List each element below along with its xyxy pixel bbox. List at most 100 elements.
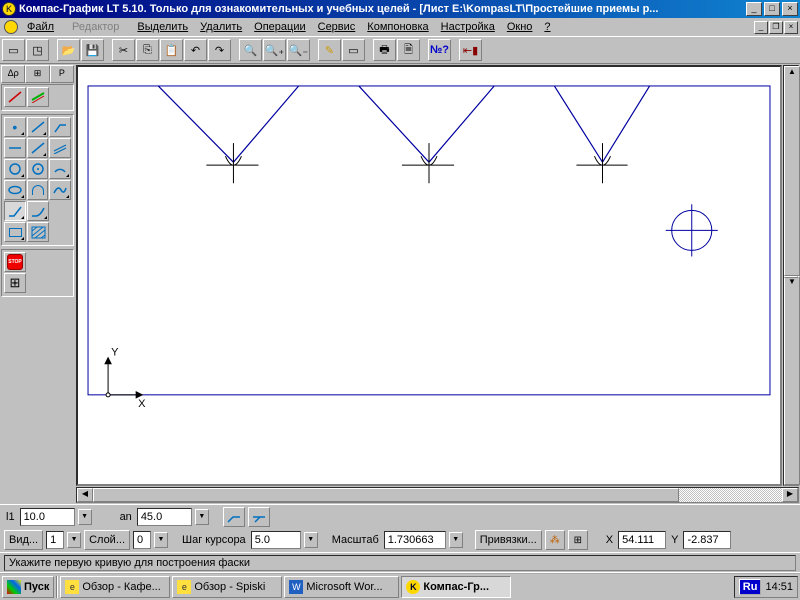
tool-fillet[interactable]	[27, 201, 49, 221]
left-tab-1[interactable]: Δρ	[1, 65, 25, 83]
help-button[interactable]: №?	[428, 39, 451, 61]
tool-style[interactable]	[27, 87, 49, 107]
system-tray: Ru 14:51	[734, 576, 798, 598]
tool-hline[interactable]	[4, 138, 26, 158]
mdi-restore-button[interactable]: ❐	[769, 21, 783, 34]
snap-opt1[interactable]: ⁂	[545, 530, 565, 550]
zoom-button[interactable]: 🔍	[239, 39, 262, 61]
tool-circle-pt[interactable]	[27, 159, 49, 179]
copy-button[interactable]: ⎘	[136, 39, 159, 61]
horizontal-scrollbar[interactable]: ◀ ▶	[76, 487, 799, 503]
scale-field[interactable]: 1.730663	[384, 531, 446, 549]
vertical-scrollbar[interactable]: ▲ ▼	[783, 65, 799, 486]
snap-opt2[interactable]: ⊞	[568, 530, 588, 550]
preview-button[interactable]: 🗎	[397, 39, 420, 61]
tool-diag[interactable]	[27, 138, 49, 158]
point-icon: •	[12, 119, 17, 135]
mdi-close-button[interactable]: ×	[784, 21, 798, 34]
minimize-button[interactable]: _	[746, 2, 762, 16]
scroll-left-button[interactable]: ◀	[77, 488, 93, 502]
maximize-button[interactable]: □	[764, 2, 780, 16]
start-button[interactable]: Пуск	[2, 576, 54, 598]
x-coord-label: X	[604, 534, 615, 546]
scroll-up-button[interactable]: ▲	[784, 66, 800, 276]
menu-window[interactable]: Окно	[501, 20, 539, 34]
left-tab-2[interactable]: ⊞	[25, 65, 49, 83]
chamfer-mode2-button[interactable]	[248, 507, 270, 527]
an-dropdown[interactable]: ▼	[195, 509, 209, 525]
new-fragment-button[interactable]: ◳	[26, 39, 49, 61]
layer-dropdown[interactable]: ▼	[154, 532, 168, 548]
menu-ops[interactable]: Операции	[248, 20, 311, 34]
zoom-in-button[interactable]: 🔍₊	[263, 39, 286, 61]
an-label: an	[118, 511, 134, 523]
l1-field[interactable]: 10.0	[20, 508, 75, 526]
exit-button[interactable]: ⇤▮	[459, 39, 482, 61]
tool-ellipse[interactable]	[4, 180, 26, 200]
mdi-minimize-button[interactable]: _	[754, 21, 768, 34]
title-bar: K Компас-График LT 5.10. Только для озна…	[0, 0, 800, 18]
tool-line[interactable]	[27, 117, 49, 137]
tool-point[interactable]: •	[4, 117, 26, 137]
task-2[interactable]: eОбзор - Spiski	[172, 576, 282, 598]
app-icon: K	[2, 2, 16, 16]
menu-delete[interactable]: Удалить	[194, 20, 248, 34]
layer-button[interactable]: Слой...	[84, 530, 130, 550]
view-dropdown[interactable]: ▼	[67, 532, 81, 548]
scroll-down-button[interactable]: ▼	[784, 276, 800, 486]
menu-settings[interactable]: Настройка	[435, 20, 501, 34]
zoom-out-button[interactable]: 🔍₋	[287, 39, 310, 61]
scroll-right-button[interactable]: ▶	[782, 488, 798, 502]
undo-button[interactable]: ↶	[184, 39, 207, 61]
menu-file[interactable]: Файл	[21, 20, 60, 34]
tool-chamfer[interactable]	[4, 201, 26, 221]
tool-rect[interactable]	[4, 222, 26, 242]
style-icon	[31, 91, 45, 103]
print-button[interactable]: 🖶	[373, 39, 396, 61]
snap-opt2-icon: ⊞	[574, 535, 582, 546]
task-4[interactable]: KКомпас-Гр...	[401, 576, 511, 598]
an-field[interactable]: 45.0	[137, 508, 192, 526]
menu-select[interactable]: Выделить	[131, 20, 194, 34]
tool-grid[interactable]: ⊞	[4, 273, 26, 293]
tool-circle[interactable]	[4, 159, 26, 179]
left-tab-3[interactable]: P	[50, 65, 74, 83]
snap-button[interactable]: Привязки...	[475, 530, 542, 550]
open-button[interactable]: 📂	[57, 39, 80, 61]
tool-arc[interactable]	[49, 159, 71, 179]
scale-dropdown[interactable]: ▼	[449, 532, 463, 548]
fit-icon: ▭	[348, 44, 358, 57]
zoom-icon: 🔍	[244, 44, 258, 57]
task-1[interactable]: eОбзор - Кафе...	[60, 576, 170, 598]
view-button[interactable]: Вид...	[4, 530, 43, 550]
tool-spline[interactable]	[49, 180, 71, 200]
l1-dropdown[interactable]: ▼	[78, 509, 92, 525]
close-button[interactable]: ×	[782, 2, 798, 16]
tool-stop[interactable]: STOP	[4, 252, 26, 272]
tool-hatch[interactable]	[27, 222, 49, 242]
paste-button[interactable]: 📋	[160, 39, 183, 61]
step-field[interactable]: 5.0	[251, 531, 301, 549]
menu-service[interactable]: Сервис	[312, 20, 362, 34]
step-dropdown[interactable]: ▼	[304, 532, 318, 548]
drawing-canvas[interactable]: Y X	[76, 65, 782, 486]
fit-button[interactable]: ▭	[342, 39, 365, 61]
menu-layout[interactable]: Компоновка	[361, 20, 434, 34]
tool-line-solid[interactable]	[4, 87, 26, 107]
view-field[interactable]: 1	[46, 531, 64, 549]
menu-help[interactable]: ?	[538, 20, 556, 34]
fillet-icon	[31, 205, 45, 217]
cut-button[interactable]: ✂	[112, 39, 135, 61]
task-3[interactable]: WMicrosoft Wor...	[284, 576, 399, 598]
redo-button[interactable]: ↷	[208, 39, 231, 61]
tool-arc2[interactable]	[27, 180, 49, 200]
tool-leader[interactable]	[49, 117, 71, 137]
lang-indicator[interactable]: Ru	[739, 579, 762, 595]
refresh-button[interactable]: ✎	[318, 39, 341, 61]
layer-field[interactable]: 0	[133, 531, 151, 549]
save-button[interactable]: 💾	[81, 39, 104, 61]
chamfer-mode1-button[interactable]	[223, 507, 245, 527]
tool-parallel[interactable]	[49, 138, 71, 158]
view-bar: Вид... 1 ▼ Слой... 0 ▼ Шаг курсора 5.0 ▼…	[0, 528, 800, 552]
new-button[interactable]: ▭	[2, 39, 25, 61]
